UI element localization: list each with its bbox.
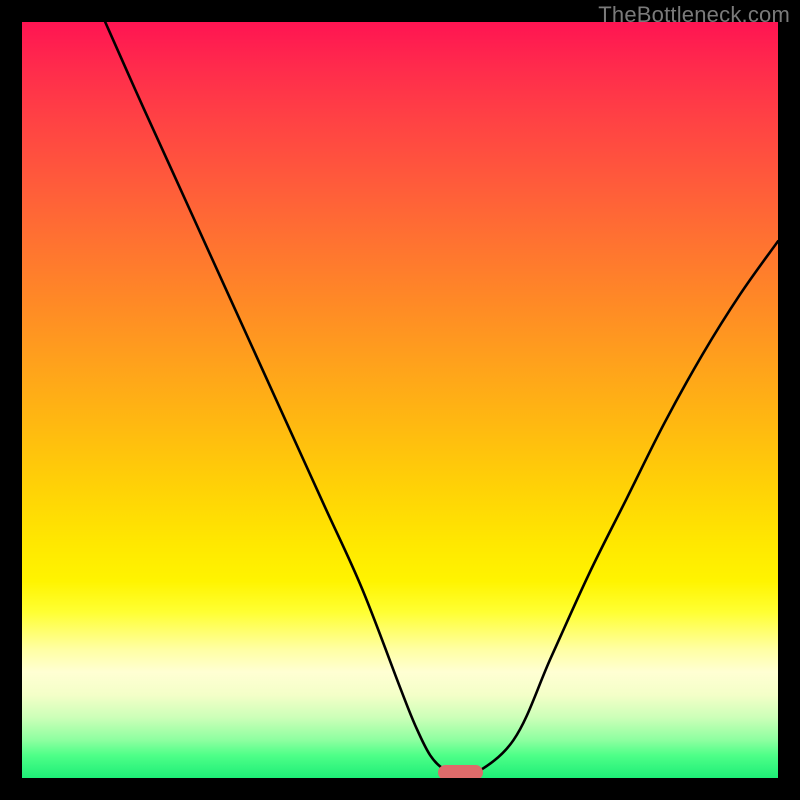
- optimal-range-marker: [438, 765, 483, 778]
- curve-path: [105, 22, 778, 778]
- watermark-text: TheBottleneck.com: [598, 2, 790, 28]
- chart-frame: TheBottleneck.com: [0, 0, 800, 800]
- plot-area: [22, 22, 778, 778]
- bottleneck-curve: [22, 22, 778, 778]
